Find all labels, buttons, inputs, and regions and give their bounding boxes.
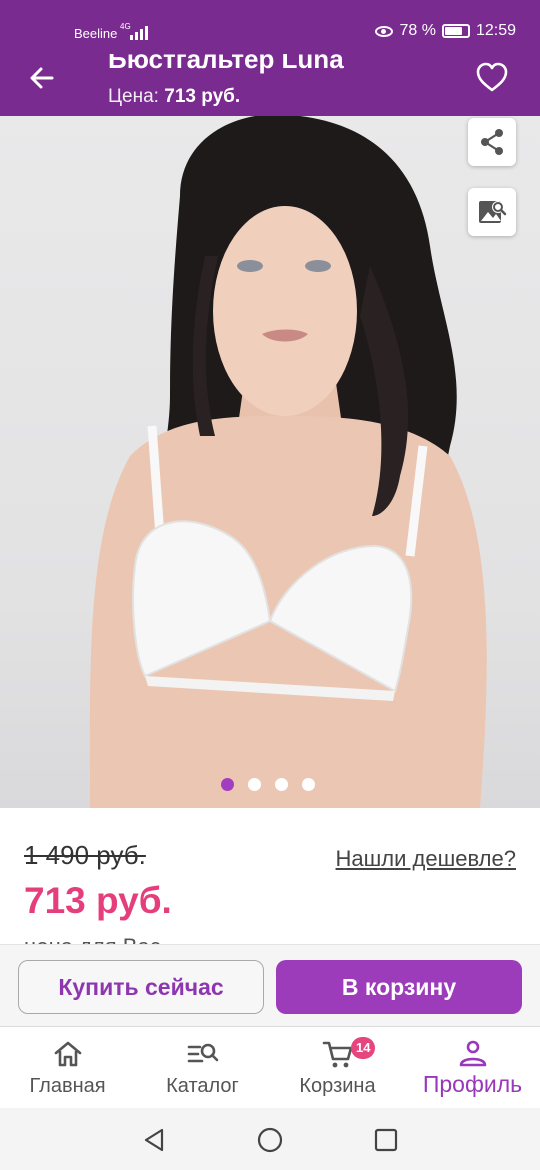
status-bar: Beeline 4G 78 % 12:59	[0, 0, 540, 54]
price-value: 713 руб.	[164, 86, 241, 107]
current-price: 713 руб.	[24, 880, 172, 921]
cart-icon	[322, 1041, 352, 1068]
action-bar: Купить сейчас В корзину	[0, 944, 540, 1026]
system-nav-bar	[0, 1108, 540, 1170]
found-cheaper-link[interactable]: Нашли дешевле?	[336, 846, 516, 872]
old-price: 1 490 руб.	[24, 840, 146, 870]
gallery-dot[interactable]	[275, 778, 288, 791]
bottom-nav: Главная Каталог 14 Корзина Профиль	[0, 1026, 540, 1108]
heart-icon	[476, 62, 508, 92]
buy-now-button[interactable]: Купить сейчас	[18, 960, 264, 1014]
nav-catalog[interactable]: Каталог	[135, 1027, 270, 1109]
gallery-dot[interactable]	[248, 778, 261, 791]
favorite-button[interactable]	[474, 60, 510, 94]
nav-cart-label: Корзина	[299, 1075, 376, 1097]
eye-comfort-icon	[375, 25, 394, 37]
product-title: Бюстгальтер Luna	[108, 54, 344, 74]
share-button[interactable]	[468, 118, 516, 166]
gallery-pagination	[221, 778, 315, 791]
back-button[interactable]	[24, 60, 60, 96]
app-header: Бюстгальтер Luna Цена: 713 руб.	[0, 54, 540, 116]
image-search-icon	[479, 201, 507, 223]
nav-home-label: Главная	[29, 1075, 106, 1097]
nav-home[interactable]: Главная	[0, 1027, 135, 1109]
nav-profile[interactable]: Профиль	[405, 1027, 540, 1109]
battery-percent: 78 %	[399, 22, 436, 39]
nav-catalog-label: Каталог	[166, 1075, 239, 1097]
home-icon	[54, 1041, 81, 1067]
product-gallery[interactable]	[0, 116, 540, 808]
image-search-button[interactable]	[468, 188, 516, 236]
system-recents-icon[interactable]	[372, 1126, 400, 1154]
battery-icon	[441, 24, 470, 38]
profile-icon	[459, 1040, 486, 1067]
header-price: Цена: 713 руб.	[108, 86, 240, 108]
nav-profile-label: Профиль	[422, 1071, 523, 1097]
clock: 12:59	[475, 22, 516, 39]
share-icon	[481, 129, 503, 155]
system-home-icon[interactable]	[256, 1126, 284, 1154]
signal-icon	[130, 24, 148, 40]
nav-cart[interactable]: 14 Корзина	[270, 1027, 405, 1109]
status-right: 78 % 12:59	[375, 22, 516, 40]
add-to-cart-button[interactable]: В корзину	[276, 960, 522, 1014]
gallery-dot[interactable]	[221, 778, 234, 791]
arrow-left-icon	[30, 67, 54, 89]
cart-badge: 14	[351, 1037, 376, 1059]
system-back-icon[interactable]	[140, 1126, 168, 1154]
product-photo	[89, 116, 487, 808]
catalog-search-icon	[187, 1043, 218, 1063]
gallery-dot[interactable]	[302, 778, 315, 791]
price-label: Цена:	[108, 86, 159, 107]
carrier-name: Beeline	[74, 26, 118, 41]
